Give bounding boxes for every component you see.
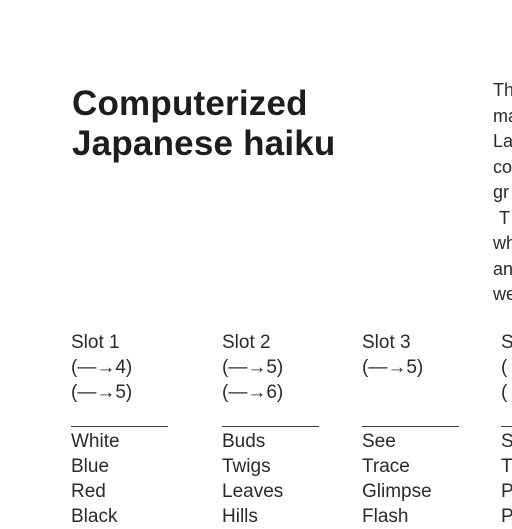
text-line: Th <box>493 80 512 100</box>
title-line-1: Computerized <box>72 84 308 123</box>
slot-column-2: Slot 2 (—→5) (—→6) Buds Twigs Leaves Hil… <box>222 330 332 529</box>
text-line: co <box>493 156 512 177</box>
slot-divider <box>71 426 168 427</box>
slot-word: Flash <box>362 506 409 527</box>
slot-arrow: (—→5) <box>362 357 424 378</box>
article-title: Computerized Japanese haiku <box>72 84 336 164</box>
slot-arrow: (—→4) <box>71 357 133 378</box>
text-line: we <box>493 284 512 304</box>
slot-arrow: (—→5) <box>222 357 284 378</box>
slot-word: T <box>501 456 512 477</box>
slot-arrow: (—→5) <box>71 382 133 403</box>
slot-word: P <box>501 481 512 502</box>
slot-divider <box>222 426 319 427</box>
text-line: wh <box>493 233 512 253</box>
slot-divider <box>501 426 512 427</box>
slot-column-1: Slot 1 (—→4) (—→5) White Blue Red Black <box>71 330 181 529</box>
slot-word: Trace <box>362 456 410 477</box>
slot-arrow: (—→6) <box>222 382 284 403</box>
slot-label: Slot 3 <box>362 332 411 353</box>
slot-arrow <box>362 380 472 405</box>
slot-arrow: ( <box>501 357 508 378</box>
text-line: gr <box>493 182 510 202</box>
slot-divider <box>362 426 459 427</box>
slot-column-3: Slot 3 (—→5) See Trace Glimpse Flash <box>362 330 472 529</box>
slot-word: Buds <box>222 431 266 452</box>
slot-word: Glimpse <box>362 481 432 502</box>
slot-word: S <box>501 431 512 452</box>
slot-arrow: ( <box>501 382 508 403</box>
slot-word: White <box>71 431 120 452</box>
text-line: La <box>493 131 512 151</box>
slot-label: Slot 1 <box>71 332 120 353</box>
title-line-2: Japanese haiku <box>72 124 336 163</box>
slot-word: Black <box>71 506 118 527</box>
slot-word: Blue <box>71 456 110 477</box>
slot-label: Slot 2 <box>222 332 271 353</box>
slot-word: Twigs <box>222 456 271 477</box>
text-line: T <box>499 207 510 228</box>
text-line: an <box>493 258 512 279</box>
column-text-fragment: Th ma La co gr T wh an we <box>493 78 512 308</box>
slot-label: S <box>501 332 512 353</box>
slot-word: See <box>362 431 396 452</box>
slot-word: P <box>501 506 512 527</box>
slot-word: Red <box>71 481 106 502</box>
slot-word: Leaves <box>222 481 284 502</box>
slot-word: Hills <box>222 506 258 527</box>
slot-column-4: S ( ( S T P P <box>501 330 512 529</box>
text-line: ma <box>493 105 512 126</box>
